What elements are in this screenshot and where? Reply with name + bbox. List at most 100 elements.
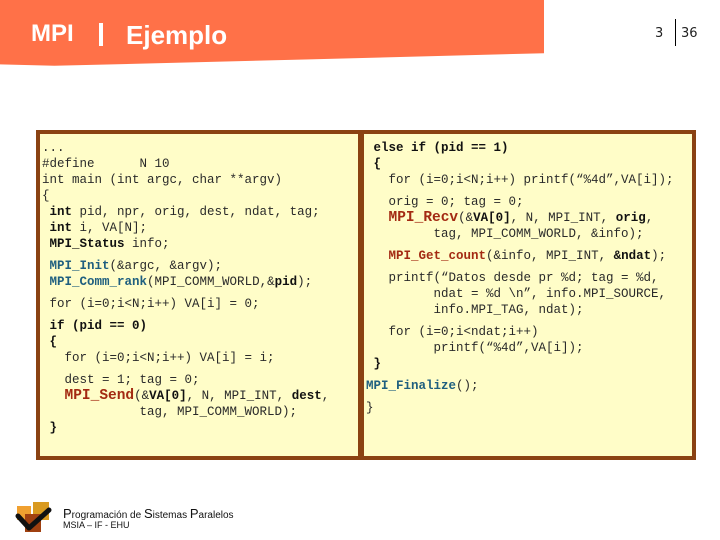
code-text: ... bbox=[42, 141, 65, 155]
code-text: info; bbox=[124, 237, 170, 251]
code-line: MPI_Init(&argc, &argv); bbox=[42, 258, 329, 274]
course-title: Programación de Sistemas Paralelos bbox=[63, 506, 234, 521]
code-text: pid, npr, orig, dest, ndat, tag; bbox=[72, 205, 320, 219]
code-text: ); bbox=[651, 249, 667, 263]
code-text: #define N 10 bbox=[42, 157, 170, 171]
code-line: tag, MPI_COMM_WORLD, &info); bbox=[366, 226, 674, 242]
code-token-b: } bbox=[49, 421, 58, 435]
code-line: printf(“%4d”,VA[i]); bbox=[366, 340, 674, 356]
institution-label: MSIA – IF - EHU bbox=[63, 520, 130, 530]
code-text: { bbox=[42, 189, 50, 203]
code-line: MPI_Comm_rank(MPI_COMM_WORLD,&pid); bbox=[42, 274, 329, 290]
code-line: MPI_Finalize(); bbox=[366, 378, 674, 394]
code-line: { bbox=[366, 156, 674, 172]
code-line: int main (int argc, char **argv) bbox=[42, 172, 329, 188]
code-text: printf(“Datos desde pr %d; tag = %d, bbox=[366, 271, 659, 285]
course-logo-icon bbox=[15, 502, 52, 532]
code-line: for (i=0;i<N;i++) VA[i] = 0; bbox=[42, 296, 329, 312]
code-text: (& bbox=[134, 389, 150, 403]
code-token-b: } bbox=[373, 357, 382, 371]
code-line: for (i=0;i<N;i++) printf(“%4d”,VA[i]); bbox=[366, 172, 674, 188]
code-text: orig = 0; tag = 0; bbox=[366, 195, 524, 209]
code-text: i, VA[N]; bbox=[72, 221, 148, 235]
code-line: { bbox=[42, 334, 329, 350]
code-text: } bbox=[366, 401, 374, 415]
code-line: MPI_Get_count(&info, MPI_INT, &ndat); bbox=[366, 248, 674, 264]
code-token-b: VA[0] bbox=[149, 389, 187, 403]
code-line: info.MPI_TAG, ndat); bbox=[366, 302, 674, 318]
code-text: (&argc, &argv); bbox=[109, 259, 223, 273]
code-token-b: { bbox=[49, 335, 58, 349]
code-text: printf(“%4d”,VA[i]); bbox=[366, 341, 584, 355]
code-text: (& bbox=[458, 211, 474, 225]
code-line: ndat = %d \n”, info.MPI_SOURCE, bbox=[366, 286, 674, 302]
code-line: } bbox=[366, 400, 674, 416]
page-current: 3 bbox=[655, 26, 664, 41]
code-block-right: else if (pid == 1) { for (i=0;i<N;i++) p… bbox=[366, 140, 674, 416]
code-line: int pid, npr, orig, dest, ndat, tag; bbox=[42, 204, 329, 220]
code-token-fn-red: MPI_Send bbox=[64, 388, 135, 404]
header-banner bbox=[0, 0, 544, 66]
code-text: , bbox=[645, 211, 654, 225]
code-line: #define N 10 bbox=[42, 156, 329, 172]
code-text: tag, MPI_COMM_WORLD); bbox=[42, 405, 298, 419]
code-text: , bbox=[321, 389, 330, 403]
code-line: for (i=0;i<N;i++) VA[i] = i; bbox=[42, 350, 329, 366]
code-text: tag, MPI_COMM_WORLD, &info); bbox=[366, 227, 644, 241]
code-text: info.MPI_TAG, ndat); bbox=[366, 303, 584, 317]
code-token-b: else if (pid == 1) bbox=[373, 141, 509, 155]
code-line: MPI_Send(&VA[0], N, MPI_INT, dest, bbox=[42, 388, 330, 404]
code-text: int main (int argc, char **argv) bbox=[42, 173, 283, 187]
code-token-fn-blue: MPI_Comm_rank bbox=[49, 275, 148, 289]
code-token-fn-blue: MPI_Finalize bbox=[366, 379, 457, 393]
code-line: printf(“Datos desde pr %d; tag = %d, bbox=[366, 270, 674, 286]
code-token-b: int bbox=[49, 205, 73, 219]
code-text: (); bbox=[456, 379, 479, 393]
code-token-b: if (pid == 0) bbox=[49, 319, 148, 333]
code-token-b: &ndat bbox=[613, 249, 652, 263]
code-token-fn-red-small: MPI_Get_count bbox=[388, 249, 487, 263]
code-line: ... bbox=[42, 140, 329, 156]
code-text: , N, MPI_INT, bbox=[510, 211, 616, 225]
code-token-b: VA[0] bbox=[473, 211, 511, 225]
page-divider bbox=[675, 19, 676, 46]
code-line: dest = 1; tag = 0; bbox=[42, 372, 329, 388]
page-total: 36 bbox=[681, 26, 698, 41]
code-text: (MPI_COMM_WORLD,& bbox=[147, 275, 275, 289]
code-text: ); bbox=[297, 275, 313, 289]
code-line: MPI_Recv(&VA[0], N, MPI_INT, orig, bbox=[366, 210, 674, 226]
code-text: for (i=0;i<N;i++) printf(“%4d”,VA[i]); bbox=[366, 173, 674, 187]
code-token-b: pid bbox=[274, 275, 298, 289]
code-text: , N, MPI_INT, bbox=[186, 389, 292, 403]
code-token-b: int bbox=[49, 221, 73, 235]
code-token-b: { bbox=[373, 157, 382, 171]
code-text: for (i=0;i<N;i++) VA[i] = i; bbox=[42, 351, 275, 365]
code-text: ndat = %d \n”, info.MPI_SOURCE, bbox=[366, 287, 667, 301]
title-divider bbox=[99, 23, 103, 46]
code-line: } bbox=[366, 356, 674, 372]
code-line: tag, MPI_COMM_WORLD); bbox=[42, 404, 329, 420]
section-label: MPI bbox=[31, 20, 74, 47]
code-line: orig = 0; tag = 0; bbox=[366, 194, 674, 210]
code-line: { bbox=[42, 188, 329, 204]
code-block-left: ... #define N 10 int main (int argc, char … bbox=[42, 140, 329, 436]
code-text: dest = 1; tag = 0; bbox=[42, 373, 200, 387]
code-token-b: MPI_Status bbox=[49, 237, 125, 251]
code-text: (&info, MPI_INT, bbox=[486, 249, 614, 263]
code-line: } bbox=[42, 420, 329, 436]
code-line: if (pid == 0) bbox=[42, 318, 329, 334]
slide-title: Ejemplo bbox=[126, 20, 228, 50]
code-line: for (i=0;i<ndat;i++) bbox=[366, 324, 674, 340]
code-token-fn-blue: MPI_Init bbox=[49, 259, 110, 273]
